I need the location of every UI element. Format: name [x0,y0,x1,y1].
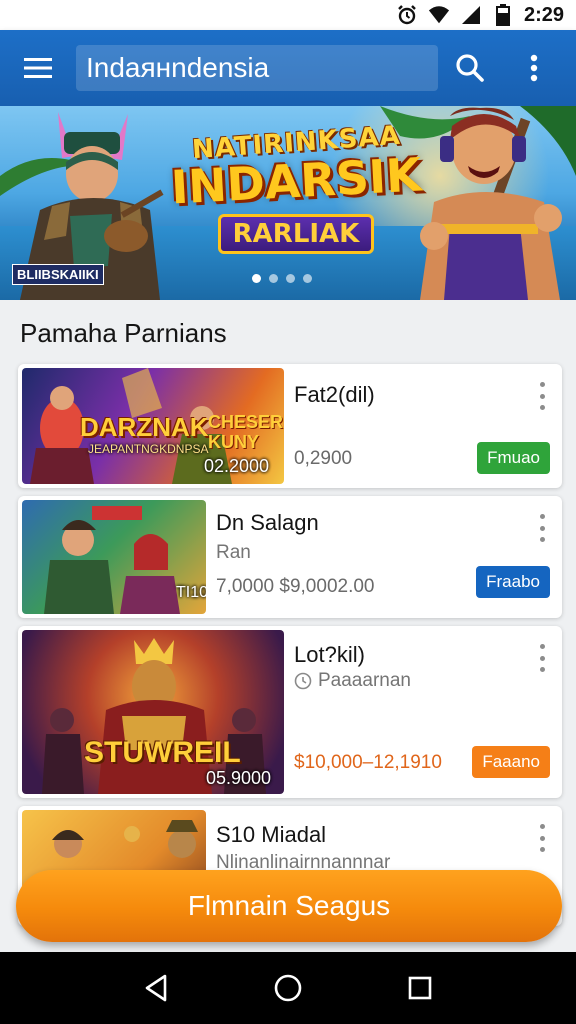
card-price: $10,000–12,1910 [294,752,442,773]
card-price: 0,2900 [294,448,353,469]
more-vert-icon [530,54,538,82]
recents-button[interactable] [398,966,442,1010]
overflow-menu-button[interactable] [502,30,566,106]
home-button[interactable] [266,966,310,1010]
card-action-button[interactable]: Fmuao [477,442,550,474]
game-card[interactable]: STUWREIL 05.9000 Lot?kil) Paaaarnan $10,… [18,626,562,798]
game-thumbnail[interactable]: STUWREIL 05.9000 [22,630,284,794]
hamburger-icon [24,58,52,78]
carousel-dot[interactable] [269,274,278,283]
card-action-button[interactable]: Faaano [472,746,550,778]
back-triangle-icon [145,974,167,1002]
system-nav-bar [0,952,576,1024]
thumbnail-title: DARZNAK [80,412,209,442]
card-more-button[interactable] [532,514,552,542]
back-button[interactable] [134,966,178,1010]
banner-badge: BLIIBSKAIIKI [12,264,104,285]
card-price: 7,0000 $9,0002.00 [216,576,375,597]
right-character-illustration [420,107,562,300]
carousel-dot[interactable] [252,274,261,283]
status-bar: 2:29 [0,0,576,30]
recents-square-icon [408,976,432,1000]
status-time: 2:29 [523,3,564,26]
primary-cta-button[interactable]: Flmnain Seagus [16,870,562,942]
carousel-indicator[interactable] [252,274,312,283]
card-subtitle: Ran [216,542,251,563]
card-more-button[interactable] [532,824,552,852]
home-circle-icon [274,974,302,1002]
thumbnail-subtitle: JEAPANTNGKDNPSA [88,442,209,456]
clock-icon [294,672,312,690]
wifi-icon [428,4,450,26]
battery-icon [492,4,514,26]
alarm-icon [396,4,418,26]
card-title: S10 Miadal [216,822,327,847]
section-title: Pamaha Parnians [20,318,227,348]
thumbnail-price: 05.9000 [206,768,272,788]
thumbnail-tag: TI10 [176,584,206,601]
card-action-button[interactable]: Fraabo [476,566,550,598]
banner-title-block: NATIRINKSAA INDARSIK RARLIAK [169,121,423,278]
search-field[interactable]: Indaянndensia [76,45,438,91]
game-thumbnail[interactable]: DARZNAK JEAPANTNGKDNPSA CHESER KUNY 02.2… [22,368,284,484]
search-icon [456,54,484,82]
signal-icon [460,4,482,26]
game-card[interactable]: TI10 Dn Salagn Ran 7,0000 $9,0002.00 Fra… [18,496,562,618]
card-subtitle-text: Paaaarnan [318,670,411,691]
thumbnail-title-secondary: CHESER KUNY [208,412,284,452]
game-card[interactable]: DARZNAK JEAPANTNGKDNPSA CHESER KUNY 02.2… [18,364,562,488]
card-more-button[interactable] [532,644,552,672]
card-title: Lot?kil) [294,642,365,667]
carousel-dot[interactable] [303,274,312,283]
card-title: Dn Salagn [216,510,319,535]
hero-banner[interactable]: NATIRINKSAA INDARSIK RARLIAK BLIIBSKAIIK… [0,106,576,300]
card-title: Fat2(dil) [294,382,375,407]
app-bar: Indaянndensia [0,30,576,106]
thumbnail-price: 02.2000 [204,456,270,476]
banner-tag: RARLIAK [217,214,375,254]
game-thumbnail[interactable]: TI10 [22,500,206,614]
search-button[interactable] [438,30,502,106]
thumbnail-title: STUWREIL [84,736,241,769]
menu-button[interactable] [0,30,76,106]
card-subtitle: Paaaarnan [294,670,411,692]
card-more-button[interactable] [532,382,552,410]
carousel-dot[interactable] [286,274,295,283]
